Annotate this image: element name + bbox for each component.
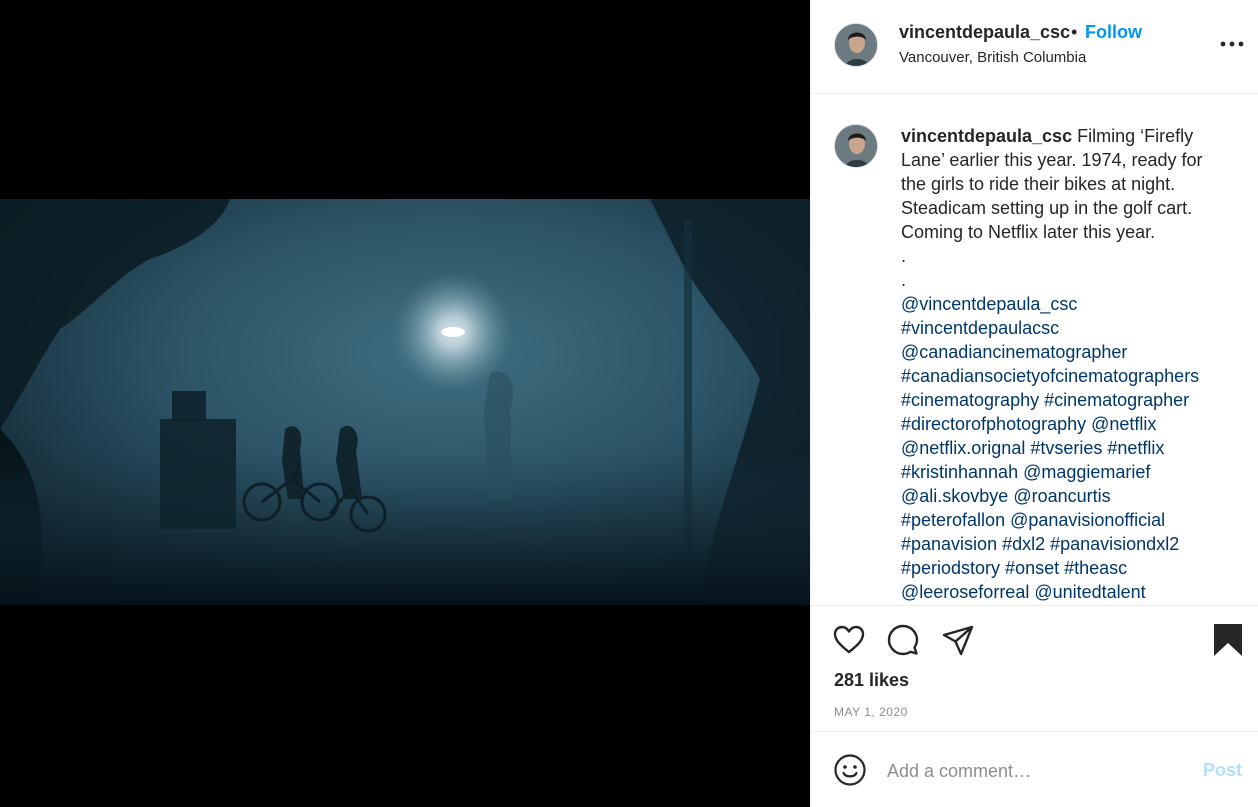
post-location[interactable]: Vancouver, British Columbia xyxy=(899,49,1086,66)
hashtag-line[interactable]: #cinematography #cinematographer xyxy=(901,388,1231,412)
more-options-icon[interactable] xyxy=(1217,32,1247,56)
post-header: vincentdepaula_csc • Follow Vancouver, B… xyxy=(811,0,1258,94)
hashtag-line[interactable]: #panavision #dxl2 #panavisiondxl2 xyxy=(901,532,1231,556)
hashtag-line[interactable]: #directorofphotography @netflix xyxy=(901,412,1231,436)
hashtag-line[interactable]: @canadiancinematographer xyxy=(901,340,1231,364)
avatar[interactable] xyxy=(834,23,878,67)
post-photo[interactable] xyxy=(0,199,810,605)
caption-dot-line: . xyxy=(901,270,907,290)
comments-section[interactable]: vincentdepaula_csc Filming ‘Firefly Lane… xyxy=(811,95,1258,605)
post-date[interactable]: MAY 1, 2020 xyxy=(834,705,908,719)
hashtag-line[interactable]: @leeroseforreal @unitedtalent xyxy=(901,580,1231,604)
post-media xyxy=(0,0,810,807)
likes-count[interactable]: 281 likes xyxy=(834,670,909,691)
hashtag-line[interactable]: #periodstory #onset #theasc xyxy=(901,556,1231,580)
hashtag-line[interactable]: #peterofallon @panavisionofficial xyxy=(901,508,1231,532)
hashtag-line[interactable]: @netflix.orignal #tvseries #netflix xyxy=(901,436,1231,460)
follow-button[interactable]: Follow xyxy=(1085,22,1142,43)
heart-icon[interactable] xyxy=(832,623,866,657)
post-actions: 281 likes MAY 1, 2020 xyxy=(811,605,1258,731)
hashtag-line[interactable]: #vincentdepaulacsc xyxy=(901,316,1231,340)
caption-avatar[interactable] xyxy=(834,124,878,168)
caption-dot-line: . xyxy=(901,246,907,266)
post-detail-panel: vincentdepaula_csc • Follow Vancouver, B… xyxy=(810,0,1258,807)
bookmark-icon[interactable] xyxy=(1211,623,1245,657)
caption-username[interactable]: vincentdepaula_csc xyxy=(901,126,1072,146)
post-caption: vincentdepaula_csc Filming ‘Firefly Lane… xyxy=(901,124,1231,604)
post-comment-button[interactable]: Post xyxy=(1203,760,1242,781)
hashtag-line[interactable]: @ali.skovbye @roancurtis xyxy=(901,484,1231,508)
add-comment-bar: Post xyxy=(811,731,1258,807)
comment-icon[interactable] xyxy=(886,623,920,657)
emoji-icon[interactable] xyxy=(833,753,867,787)
share-icon[interactable] xyxy=(941,623,975,657)
hashtag-line[interactable]: @vincentdepaula_csc xyxy=(901,292,1231,316)
foggy-night-scene-image xyxy=(0,199,810,605)
hashtag-line[interactable]: #canadiansocietyofcinematographers xyxy=(901,364,1231,388)
profile-photo-icon xyxy=(835,24,877,66)
hashtag-line[interactable]: #kristinhannah @maggiemarief xyxy=(901,460,1231,484)
post-author-username[interactable]: vincentdepaula_csc xyxy=(899,22,1070,43)
comment-input[interactable] xyxy=(887,756,1187,786)
profile-photo-icon xyxy=(835,125,877,167)
separator-dot: • xyxy=(1071,22,1078,42)
